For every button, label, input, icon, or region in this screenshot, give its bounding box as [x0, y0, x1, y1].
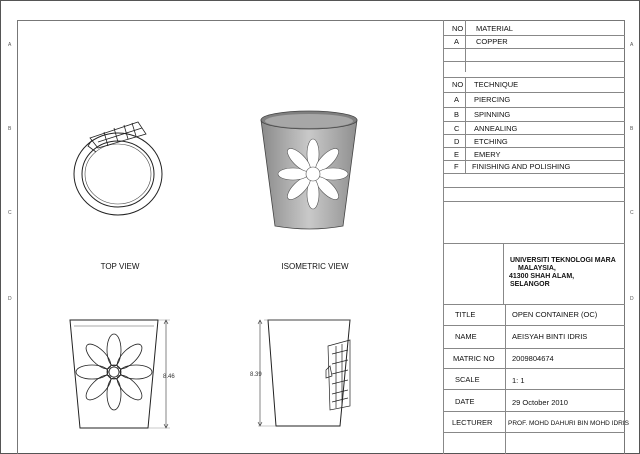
technique-no-b: B [454, 110, 460, 119]
zone-letter-d-right: D [630, 296, 634, 302]
isometric-view-label: ISOMETRIC VIEW [281, 262, 349, 271]
institution-line-4: SELANGOR [510, 281, 550, 288]
top-view-label: TOP VIEW [100, 262, 140, 271]
institution-line-2: MALAYSIA, [518, 265, 556, 272]
material-no-header: NO [452, 24, 464, 33]
date-value: 29 October 2010 [512, 398, 568, 407]
matric-key: MATRIC NO [453, 354, 495, 363]
technique-spinning: SPINNING [474, 110, 511, 119]
zone-letter-c-right: C [630, 210, 634, 216]
technique-no-e: E [454, 150, 460, 159]
material-row-no: A [454, 37, 460, 46]
top-view-drawing [73, 121, 163, 216]
name-key: NAME [455, 332, 477, 341]
scale-key: SCALE [455, 375, 480, 384]
front-height-dimension: 8.46 [163, 374, 175, 380]
side-view-drawing [257, 319, 351, 427]
material-header: MATERIAL [476, 24, 513, 33]
technique-emery: EMERY [474, 150, 501, 159]
zone-letter-b-right: B [630, 126, 634, 132]
zone-letter-c: C [8, 210, 12, 216]
lecturer-key: LECTURER [452, 418, 493, 427]
zone-letter-d: D [8, 296, 12, 302]
title-key: TITLE [455, 310, 476, 319]
zone-letter-a-right: A [630, 42, 634, 48]
date-key: DATE [455, 397, 475, 406]
name-value: AEISYAH BINTI IDRIS [512, 332, 588, 341]
material-row-label: COPPER [476, 37, 508, 46]
institution-line-3: 41300 SHAH ALAM, [509, 273, 575, 280]
technique-finishing: FINISHING AND POLISHING [472, 162, 571, 171]
technique-no-c: C [454, 124, 460, 133]
scale-value: 1: 1 [512, 376, 525, 385]
matric-value: 2009804674 [512, 354, 554, 363]
side-height-dimension: 8.39 [250, 372, 262, 378]
technique-piercing: PIERCING [474, 95, 511, 104]
technique-etching: ETCHING [474, 137, 508, 146]
front-view-drawing [69, 319, 170, 429]
isometric-view-drawing [260, 110, 358, 230]
lecturer-value: PROF. MOHD DAHURI BIN MOHD IDRIS [508, 420, 629, 427]
title-value: OPEN CONTAINER (OC) [512, 310, 598, 319]
institution-line-1: UNIVERSITI TEKNOLOGI MARA [510, 257, 616, 264]
technique-no-f: F [454, 162, 459, 171]
technique-annealing: ANNEALING [474, 124, 518, 133]
zone-letter-a: A [8, 42, 12, 48]
technique-no-header: NO [452, 80, 464, 89]
technique-no-d: D [454, 137, 460, 146]
zone-letter-b: B [8, 126, 12, 132]
technique-header: TECHNIQUE [474, 80, 519, 89]
technique-no-a: A [454, 95, 460, 104]
